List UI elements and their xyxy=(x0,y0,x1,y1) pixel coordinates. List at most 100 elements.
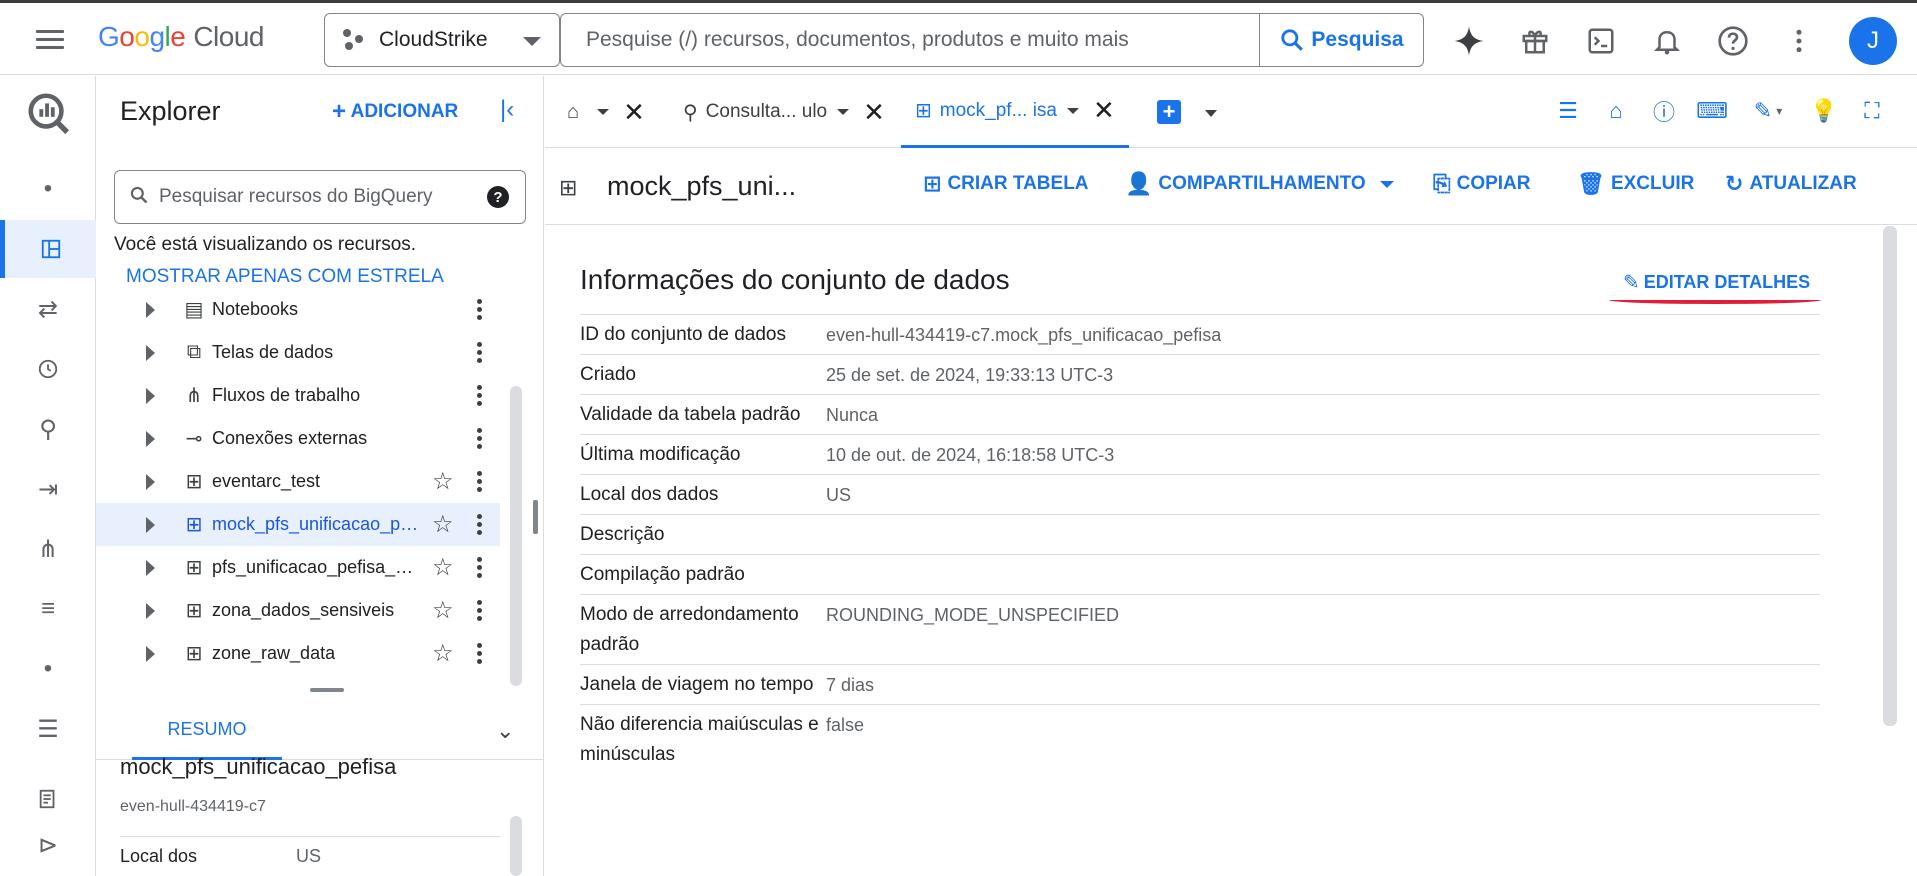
tree-item-dataset[interactable]: ⊞ zona_dados_sensiveis ☆ xyxy=(96,589,500,632)
explorer-resize-handle[interactable] xyxy=(533,500,538,534)
dataset-icon: ⊞ xyxy=(185,643,203,665)
chevron-down-icon xyxy=(523,37,541,46)
rail-studio-icon[interactable] xyxy=(0,220,96,278)
header-actions: J xyxy=(1443,17,1897,65)
new-tab-button[interactable]: + xyxy=(1157,99,1181,124)
expand-arrow-icon[interactable] xyxy=(146,344,155,361)
copy-button[interactable]: ⎘ COPIAR xyxy=(1433,171,1531,197)
more-vert-icon[interactable] xyxy=(472,514,486,535)
explorer-search-input[interactable] xyxy=(159,171,469,223)
rail-analytics-icon[interactable]: ⚲ xyxy=(0,400,96,458)
home-icon[interactable]: ⌂ xyxy=(1601,96,1631,126)
expand-arrow-icon[interactable] xyxy=(146,516,155,533)
fullscreen-icon[interactable]: ⛶ xyxy=(1857,96,1887,126)
tree-scrollbar[interactable] xyxy=(510,386,522,686)
expand-arrow-icon[interactable] xyxy=(146,430,155,447)
tree-item-dataset-selected[interactable]: ⊞ mock_pfs_unificacao_pefisa ☆ xyxy=(96,503,500,546)
project-name: CloudStrike xyxy=(379,28,488,51)
rail-dot-icon[interactable]: • xyxy=(0,160,96,218)
more-vert-icon[interactable] xyxy=(472,557,486,578)
new-tab-menu-icon[interactable] xyxy=(1205,110,1217,117)
tab-home[interactable]: ⌂ ✕ xyxy=(567,76,645,148)
rail-pipeline-icon[interactable]: ⇥ xyxy=(0,460,96,518)
expand-arrow-icon[interactable] xyxy=(146,602,155,619)
tree-item-external-connections[interactable]: ⊸ Conexões externas xyxy=(96,417,500,460)
rail-dot2-icon[interactable]: • xyxy=(0,640,96,698)
rail-graph-icon[interactable]: ⋔ xyxy=(0,520,96,578)
bigquery-logo-icon[interactable] xyxy=(25,90,71,136)
edit-details-button[interactable]: ✎ EDITAR DETALHES xyxy=(1623,270,1810,295)
chevron-down-icon[interactable] xyxy=(837,109,850,115)
refresh-button[interactable]: ↻ ATUALIZAR xyxy=(1725,171,1857,197)
logo-google-text: Google xyxy=(98,21,186,52)
project-selector[interactable]: CloudStrike xyxy=(324,13,560,67)
dataset-icon: ⊞ xyxy=(185,557,203,579)
add-button[interactable]: + ADICIONAR xyxy=(332,98,458,126)
more-vert-icon[interactable] xyxy=(1773,18,1825,64)
star-icon[interactable]: ☆ xyxy=(432,639,454,668)
more-vert-icon[interactable] xyxy=(472,600,486,621)
tree-item-dataset[interactable]: ⊞ pfs_unificacao_pefisa_mock ☆ xyxy=(96,546,500,589)
more-vert-icon[interactable] xyxy=(472,342,486,363)
show-starred-link[interactable]: MOSTRAR APENAS COM ESTRELA xyxy=(126,266,444,288)
delete-button[interactable]: 🗑 EXCLUIR xyxy=(1577,171,1694,197)
close-icon[interactable]: ✕ xyxy=(1093,95,1115,126)
share-button[interactable]: 👤 COMPARTILHAMENTO xyxy=(1125,171,1394,197)
lightbulb-icon[interactable]: 💡 xyxy=(1809,96,1839,126)
rail-history-icon[interactable] xyxy=(0,340,96,398)
cloud-shell-icon[interactable] xyxy=(1575,18,1627,64)
notifications-icon[interactable] xyxy=(1641,18,1693,64)
tab-summary[interactable]: RESUMO xyxy=(132,702,282,760)
more-vert-icon[interactable] xyxy=(472,428,486,449)
property-key: Criado xyxy=(580,364,636,385)
keyboard-icon[interactable]: ⌨ xyxy=(1696,96,1728,126)
expand-arrow-icon[interactable] xyxy=(146,645,155,662)
tree-item-data-canvases[interactable]: ⧉ Telas de dados xyxy=(96,331,500,374)
collapse-panel-icon[interactable]: |‹ xyxy=(500,96,514,124)
expand-arrow-icon[interactable] xyxy=(146,301,155,318)
more-vert-icon[interactable] xyxy=(472,471,486,492)
list-icon[interactable]: ☰ xyxy=(1553,96,1583,126)
star-icon[interactable]: ☆ xyxy=(432,510,454,539)
star-icon[interactable]: ☆ xyxy=(432,596,454,625)
rail-checklist-icon[interactable]: ☰ xyxy=(0,700,96,758)
more-vert-icon[interactable] xyxy=(472,299,486,320)
user-avatar[interactable]: J xyxy=(1849,17,1897,65)
details-scrollbar[interactable] xyxy=(1883,226,1897,726)
chevron-down-icon[interactable] xyxy=(597,109,610,115)
star-icon[interactable]: ☆ xyxy=(432,553,454,582)
tree-item-notebooks[interactable]: ▤ Notebooks xyxy=(96,298,500,331)
rail-transfer-icon[interactable]: ⇄ xyxy=(0,280,96,338)
tree-item-dataset[interactable]: ⊞ zone_raw_data ☆ xyxy=(96,632,500,675)
global-search-input[interactable] xyxy=(561,14,1261,66)
summary-scrollbar[interactable] xyxy=(510,816,522,876)
expand-arrow-icon[interactable] xyxy=(146,387,155,404)
close-icon[interactable]: ✕ xyxy=(623,97,645,128)
tree-item-dataset[interactable]: ⊞ eventarc_test ☆ xyxy=(96,460,500,503)
search-help-icon[interactable]: ? xyxy=(487,186,509,208)
gemini-icon[interactable] xyxy=(1443,18,1495,64)
main-menu-button[interactable] xyxy=(30,25,70,55)
chevron-down-icon xyxy=(1379,180,1394,188)
tab-dataset[interactable]: ⊞ mock_pf... isa ✕ xyxy=(901,76,1129,148)
tab-query[interactable]: ⚲ Consulta... ulo ✕ xyxy=(683,76,885,148)
close-icon[interactable]: ✕ xyxy=(863,97,885,128)
expand-rail-icon[interactable]: ⊳ xyxy=(0,816,96,874)
star-icon[interactable]: ☆ xyxy=(432,467,454,496)
more-vert-icon[interactable] xyxy=(472,385,486,406)
rail-list-icon[interactable]: ≡ xyxy=(0,580,96,638)
help-icon[interactable] xyxy=(1707,18,1759,64)
create-table-button[interactable]: ⊞ CRIAR TABELA xyxy=(923,171,1089,197)
chevron-down-icon[interactable]: ⌄ xyxy=(496,718,514,744)
search-button[interactable]: Pesquisa xyxy=(1259,14,1423,66)
expand-arrow-icon[interactable] xyxy=(146,473,155,490)
expand-arrow-icon[interactable] xyxy=(146,559,155,576)
gift-icon[interactable] xyxy=(1509,18,1561,64)
more-vert-icon[interactable] xyxy=(472,643,486,664)
panel-resize-grip[interactable] xyxy=(310,688,344,692)
magic-wand-icon[interactable]: ✎ ▾ xyxy=(1745,96,1791,126)
chevron-down-icon[interactable] xyxy=(1066,107,1079,114)
google-cloud-logo[interactable]: Google Cloud xyxy=(98,21,264,53)
tree-item-workflows[interactable]: ⋔ Fluxos de trabalho xyxy=(96,374,500,417)
info-icon[interactable]: ⓘ xyxy=(1649,96,1679,126)
